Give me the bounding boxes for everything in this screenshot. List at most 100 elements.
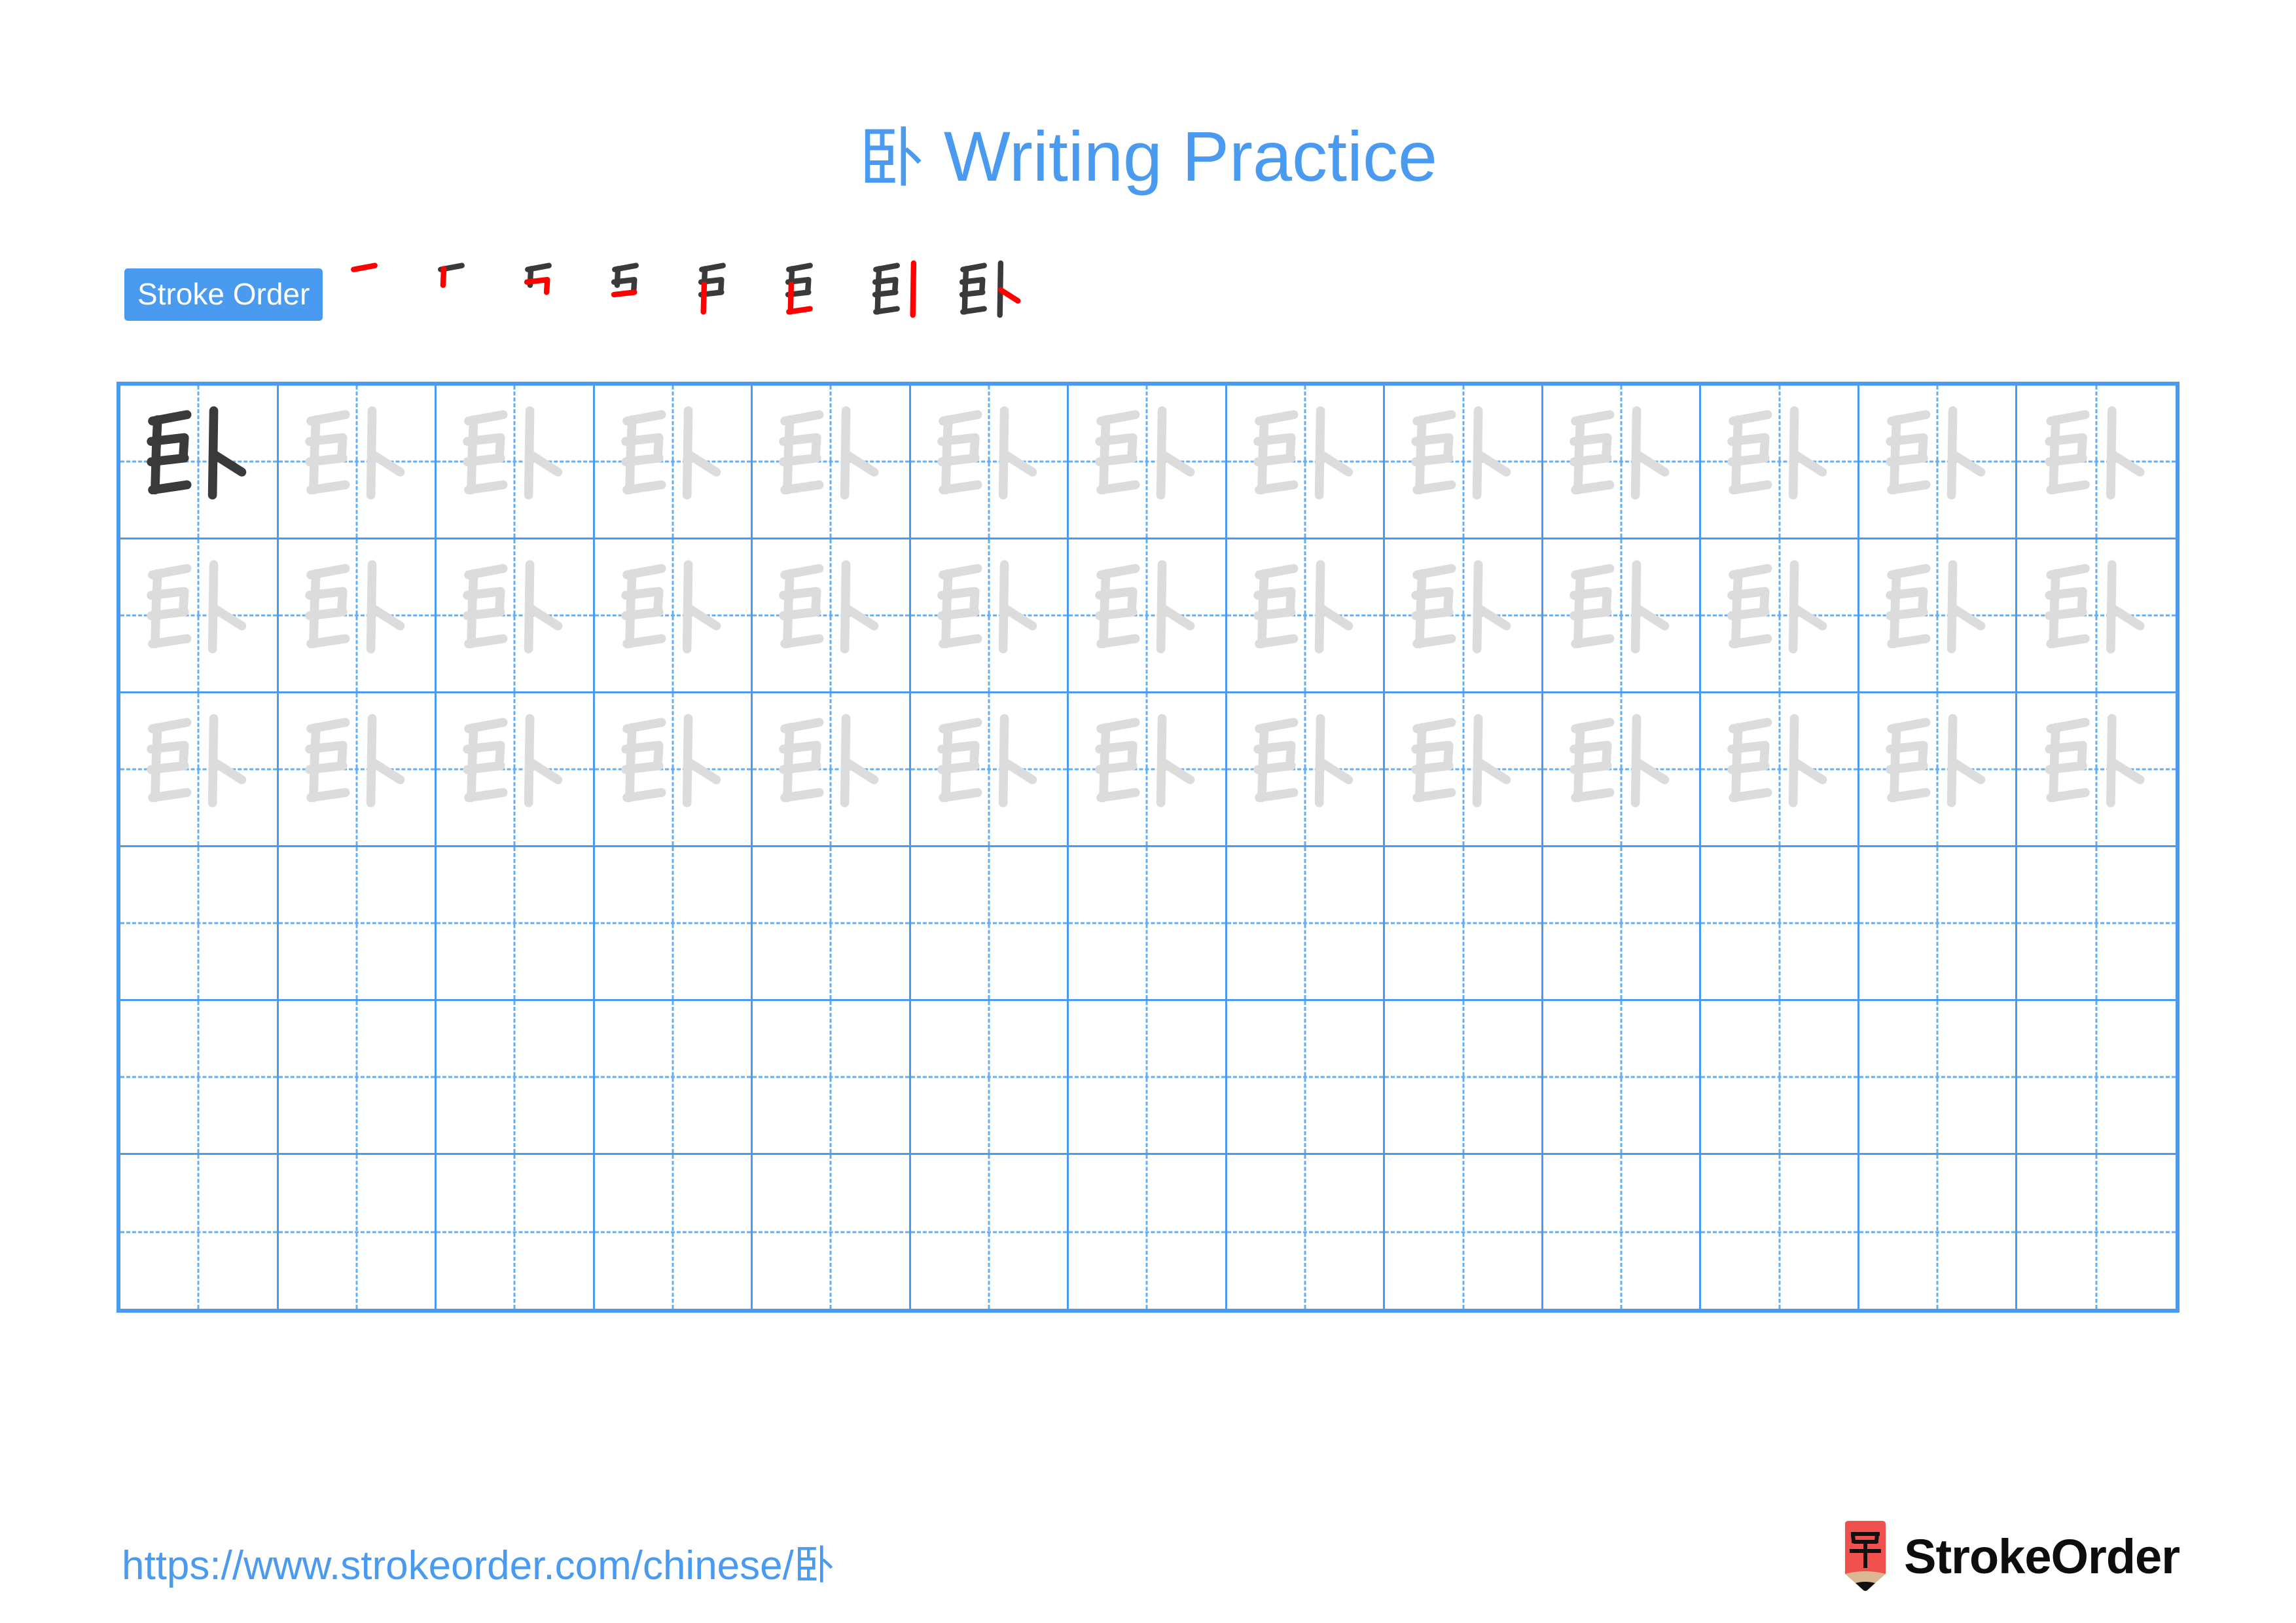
grid-cell-trace[interactable] bbox=[1859, 386, 2018, 539]
grid-cell-trace[interactable] bbox=[1069, 386, 1227, 539]
grid-cell-empty[interactable] bbox=[1543, 1001, 1702, 1155]
grid-cell-trace[interactable] bbox=[437, 386, 595, 539]
grid-cell-empty[interactable] bbox=[1385, 847, 1543, 1001]
grid-cell-trace[interactable] bbox=[1701, 693, 1859, 847]
grid-cell-empty[interactable] bbox=[1227, 1001, 1386, 1155]
grid-cell-trace[interactable] bbox=[753, 539, 911, 693]
grid-cell-trace[interactable] bbox=[2017, 539, 2176, 693]
grid-cell-empty[interactable] bbox=[595, 1155, 753, 1309]
grid-cell-trace[interactable] bbox=[1701, 386, 1859, 539]
grid-cell-empty[interactable] bbox=[437, 847, 595, 1001]
grid-cell-empty[interactable] bbox=[437, 1155, 595, 1309]
grid-cell-trace[interactable] bbox=[1227, 386, 1386, 539]
brand-name: StrokeOrder bbox=[1904, 1529, 2180, 1584]
grid-cell-trace[interactable] bbox=[437, 539, 595, 693]
grid-cell-empty[interactable] bbox=[437, 1001, 595, 1155]
grid-cell-trace[interactable] bbox=[1227, 693, 1386, 847]
grid-cell-empty[interactable] bbox=[594, 847, 753, 1001]
grid-cell-empty[interactable] bbox=[1543, 1155, 1702, 1309]
grid-cell-trace[interactable] bbox=[910, 539, 1069, 693]
grid-cell-trace[interactable] bbox=[1859, 693, 2018, 847]
character-glyph bbox=[620, 560, 721, 653]
grid-cell-empty[interactable] bbox=[910, 847, 1069, 1001]
character-glyph bbox=[1727, 560, 1827, 653]
grid-cell-empty[interactable] bbox=[910, 1001, 1069, 1155]
grid-cell-trace[interactable] bbox=[120, 693, 279, 847]
grid-cell-trace[interactable] bbox=[1701, 539, 1859, 693]
grid-cell-empty[interactable] bbox=[1069, 1155, 1227, 1309]
grid-cell-trace[interactable] bbox=[278, 693, 437, 847]
grid-cell-trace[interactable] bbox=[437, 693, 595, 847]
grid-cell-empty[interactable] bbox=[1069, 847, 1227, 1001]
grid-cell-trace[interactable] bbox=[2017, 693, 2176, 847]
grid-cell-trace[interactable] bbox=[1543, 539, 1702, 693]
cell-character bbox=[1069, 693, 1225, 845]
character-glyph bbox=[1886, 714, 1986, 807]
grid-cell-trace[interactable] bbox=[1069, 693, 1227, 847]
cell-character bbox=[1859, 693, 2016, 845]
grid-cell-trace[interactable] bbox=[1069, 539, 1227, 693]
grid-cell-empty[interactable] bbox=[1701, 847, 1859, 1001]
grid-cell-trace[interactable] bbox=[594, 386, 753, 539]
character-glyph bbox=[1095, 560, 1195, 653]
grid-cell-empty[interactable] bbox=[279, 1155, 437, 1309]
stroke-step-8 bbox=[948, 255, 1035, 334]
grid-cell-trace[interactable] bbox=[1385, 539, 1543, 693]
practice-grid bbox=[117, 382, 2179, 1313]
grid-cell-empty[interactable] bbox=[1385, 1001, 1543, 1155]
cell-character bbox=[1227, 693, 1384, 845]
grid-cell-empty[interactable] bbox=[753, 1001, 911, 1155]
cell-character bbox=[279, 693, 435, 845]
grid-cell-empty[interactable] bbox=[120, 1155, 279, 1309]
grid-cell-empty[interactable] bbox=[594, 1001, 753, 1155]
grid-cell-empty[interactable] bbox=[1069, 1001, 1227, 1155]
grid-cell-trace[interactable] bbox=[753, 386, 911, 539]
grid-cell-empty[interactable] bbox=[2017, 847, 2176, 1001]
stroke-step-5 bbox=[687, 255, 774, 334]
character-glyph bbox=[1570, 560, 1670, 653]
grid-cell-trace[interactable] bbox=[1227, 539, 1386, 693]
grid-cell-trace[interactable] bbox=[1385, 386, 1543, 539]
grid-cell-trace[interactable] bbox=[278, 386, 437, 539]
grid-cell-empty[interactable] bbox=[1543, 847, 1702, 1001]
grid-cell-trace[interactable] bbox=[910, 386, 1069, 539]
grid-cell-empty[interactable] bbox=[2017, 1155, 2176, 1309]
cell-character bbox=[911, 386, 1067, 538]
grid-cell-trace[interactable] bbox=[753, 693, 911, 847]
grid-cell-trace[interactable] bbox=[1543, 693, 1702, 847]
grid-cell-empty[interactable] bbox=[1701, 1001, 1859, 1155]
grid-cell-trace[interactable] bbox=[278, 539, 437, 693]
grid-cell-empty[interactable] bbox=[753, 847, 911, 1001]
grid-cell-empty[interactable] bbox=[911, 1155, 1069, 1309]
grid-cell-trace[interactable] bbox=[910, 693, 1069, 847]
character-glyph bbox=[779, 406, 879, 500]
footer-url[interactable]: https://www.strokeorder.com/chinese/卧 bbox=[122, 1532, 834, 1591]
stroke-step-7 bbox=[861, 255, 948, 334]
grid-cell-empty[interactable] bbox=[1227, 847, 1386, 1001]
grid-cell-empty[interactable] bbox=[1385, 1155, 1543, 1309]
cell-character bbox=[1701, 693, 1857, 845]
grid-cell-empty[interactable] bbox=[278, 847, 437, 1001]
stroke-step-7-glyph bbox=[872, 260, 917, 318]
grid-cell-trace[interactable] bbox=[1543, 386, 1702, 539]
stroke-step-2-glyph bbox=[438, 263, 465, 288]
grid-cell-trace[interactable] bbox=[594, 693, 753, 847]
grid-cell-empty[interactable] bbox=[120, 1001, 279, 1155]
grid-cell-trace[interactable] bbox=[2017, 386, 2176, 539]
grid-cell-empty[interactable] bbox=[1701, 1155, 1859, 1309]
grid-cell-example[interactable] bbox=[120, 386, 279, 539]
grid-cell-trace[interactable] bbox=[594, 539, 753, 693]
grid-cell-empty[interactable] bbox=[1859, 847, 2018, 1001]
grid-cell-empty[interactable] bbox=[1859, 1001, 2018, 1155]
grid-cell-trace[interactable] bbox=[1859, 539, 2018, 693]
grid-cell-empty[interactable] bbox=[753, 1155, 911, 1309]
grid-cell-empty[interactable] bbox=[1859, 1155, 2018, 1309]
grid-cell-trace[interactable] bbox=[1385, 693, 1543, 847]
grid-cell-empty[interactable] bbox=[2017, 1001, 2176, 1155]
grid-cell-empty[interactable] bbox=[278, 1001, 437, 1155]
character-glyph bbox=[304, 714, 404, 807]
grid-cell-empty[interactable] bbox=[1227, 1155, 1386, 1309]
grid-cell-trace[interactable] bbox=[120, 539, 279, 693]
cell-character bbox=[437, 539, 593, 691]
grid-cell-empty[interactable] bbox=[120, 847, 279, 1001]
